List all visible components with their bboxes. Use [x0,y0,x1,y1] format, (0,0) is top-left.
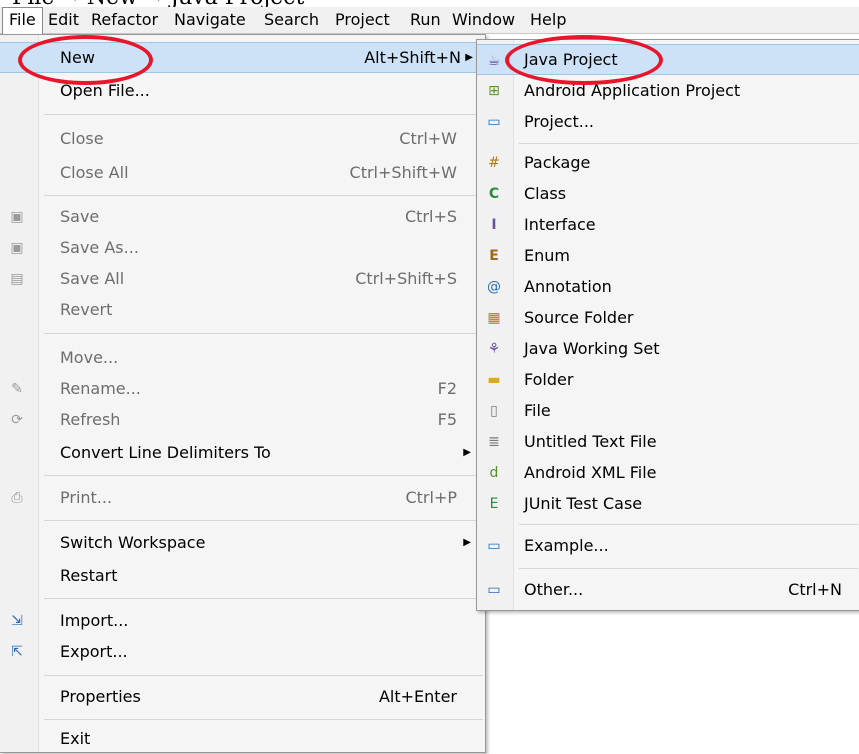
junit-icon: E [489,496,499,512]
menu-file[interactable]: File [2,7,43,34]
menu-refactor[interactable]: Refactor [85,7,164,33]
android-xml-icon: d [489,465,499,481]
menu-item-save[interactable]: ▣ Save Ctrl+S [0,201,485,232]
menu-item-print[interactable]: ⎙ Print... Ctrl+P [0,482,485,513]
submenu-item-source-folder[interactable]: ▦ Source Folder [477,302,859,333]
save-all-icon: ▤ [10,271,24,287]
menu-navigate[interactable]: Navigate [168,7,252,33]
menu-window[interactable]: Window [446,7,521,33]
submenu-item-junit-test-case[interactable]: E JUnit Test Case [477,488,859,519]
enum-icon: E [489,248,499,264]
submenu-item-enum[interactable]: E Enum [477,240,859,271]
menu-bar: File Edit Refactor Navigate Search Proje… [0,7,859,34]
class-icon: C [488,186,500,202]
menu-item-switch-workspace[interactable]: Switch Workspace ▶ [0,527,485,558]
example-icon: ▭ [487,538,501,554]
submenu-item-other[interactable]: ▭ Other... Ctrl+N [477,574,859,605]
project-icon: ▭ [487,114,501,130]
submenu-item-annotation[interactable]: @ Annotation [477,271,859,302]
menu-item-refresh[interactable]: ⟳ Refresh F5 [0,404,485,435]
menu-item-properties[interactable]: Properties Alt+Enter [0,681,485,712]
submenu-item-folder[interactable]: ▬ Folder [477,364,859,395]
menu-search[interactable]: Search [258,7,325,33]
interface-icon: I [491,217,497,233]
separator [44,598,483,599]
other-icon: ▭ [487,582,501,598]
submenu-item-file[interactable]: ▯ File [477,395,859,426]
folder-icon: ▬ [487,372,501,388]
package-icon: # [488,155,500,171]
menu-item-convert-line-delimiters[interactable]: Convert Line Delimiters To ▶ [0,437,485,468]
submenu-arrow-icon: ▶ [463,447,471,458]
separator [44,333,483,334]
submenu-item-interface[interactable]: I Interface [477,209,859,240]
submenu-item-class[interactable]: C Class [477,178,859,209]
menu-item-move[interactable]: Move... [0,342,485,373]
refresh-icon: ⟳ [11,412,23,428]
submenu-item-android-xml-file[interactable]: d Android XML File [477,457,859,488]
menu-item-exit[interactable]: Exit [0,723,485,754]
menu-item-save-all[interactable]: ▤ Save All Ctrl+Shift+S [0,263,485,294]
rename-icon: ✎ [11,381,23,397]
submenu-item-untitled-text-file[interactable]: ≣ Untitled Text File [477,426,859,457]
separator [44,114,483,115]
menu-item-rename[interactable]: ✎ Rename... F2 [0,373,485,404]
file-icon: ▯ [490,403,498,419]
menu-item-export[interactable]: ⇱ Export... [0,636,485,667]
android-project-icon: ⊞ [488,83,500,99]
submenu-item-project[interactable]: ▭ Project... [477,106,859,137]
menu-item-close[interactable]: Close Ctrl+W [0,123,485,154]
source-folder-icon: ▦ [487,310,501,326]
separator [519,524,858,525]
text-file-icon: ≣ [488,434,500,450]
menu-help[interactable]: Help [524,7,572,33]
submenu-arrow-icon: ▶ [465,52,473,63]
submenu-arrow-icon: ▶ [463,537,471,548]
menu-item-open-file[interactable]: Open File... [0,75,485,106]
menu-item-save-as[interactable]: ▣ Save As... [0,232,485,263]
separator [519,143,858,144]
menu-run[interactable]: Run [404,7,447,33]
print-icon: ⎙ [11,490,23,506]
separator [44,475,483,476]
new-submenu: ☕ Java Project ⊞ Android Application Pro… [476,39,859,611]
file-menu: New Alt+Shift+N ▶ Open File... Close Ctr… [0,34,486,753]
menu-item-close-all[interactable]: Close All Ctrl+Shift+W [0,157,485,188]
submenu-item-java-project[interactable]: ☕ Java Project [477,44,859,75]
separator [44,719,483,720]
import-icon: ⇲ [11,613,23,629]
submenu-item-java-working-set[interactable]: ⚘ Java Working Set [477,333,859,364]
menu-item-revert[interactable]: Revert [0,294,485,325]
menu-edit[interactable]: Edit [42,7,85,33]
separator [44,195,483,196]
submenu-item-android-application-project[interactable]: ⊞ Android Application Project [477,75,859,106]
annotation-icon: @ [487,279,501,295]
menu-project[interactable]: Project [329,7,396,33]
submenu-item-package[interactable]: # Package [477,147,859,178]
menu-item-import[interactable]: ⇲ Import... [0,605,485,636]
menu-item-restart[interactable]: Restart [0,560,485,591]
working-set-icon: ⚘ [487,341,501,357]
export-icon: ⇱ [11,644,23,660]
save-as-icon: ▣ [10,240,24,256]
java-project-icon: ☕ [487,53,501,69]
separator [44,520,483,521]
separator [519,568,858,569]
save-icon: ▣ [10,209,24,225]
submenu-item-example[interactable]: ▭ Example... [477,530,859,561]
separator [44,675,483,676]
menu-item-new[interactable]: New Alt+Shift+N ▶ [0,42,485,73]
